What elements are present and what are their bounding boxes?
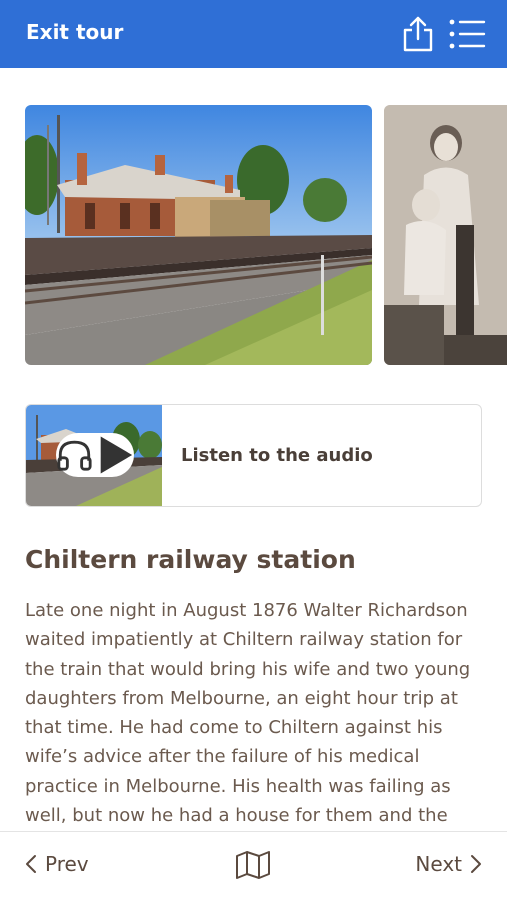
headphones-icon: [57, 440, 92, 471]
page-title: Chiltern railway station: [25, 545, 356, 574]
next-button[interactable]: Next: [415, 852, 482, 876]
audio-label: Listen to the audio: [181, 445, 373, 466]
map-icon[interactable]: [235, 850, 271, 880]
body-text: Late one night in August 1876 Walter Ric…: [25, 600, 471, 827]
next-label: Next: [415, 852, 462, 876]
chevron-right-icon: [471, 855, 481, 873]
bottom-nav: Prev Next: [0, 831, 507, 900]
photo-carousel[interactable]: [0, 105, 507, 367]
audio-card[interactable]: Listen to the audio: [25, 404, 482, 507]
prev-button[interactable]: Prev: [25, 852, 89, 876]
play-icon: [100, 436, 133, 474]
audio-play-pill[interactable]: [56, 433, 134, 477]
list-menu-icon[interactable]: [448, 17, 486, 51]
audio-thumbnail: [26, 405, 162, 506]
exit-tour-button[interactable]: Exit tour: [26, 20, 123, 44]
historic-portrait-photo[interactable]: [384, 105, 507, 365]
chevron-left-icon: [26, 855, 36, 873]
prev-label: Prev: [45, 852, 89, 876]
railway-station-photo[interactable]: [25, 105, 372, 365]
top-bar: Exit tour: [0, 0, 507, 68]
share-icon[interactable]: [400, 15, 436, 53]
